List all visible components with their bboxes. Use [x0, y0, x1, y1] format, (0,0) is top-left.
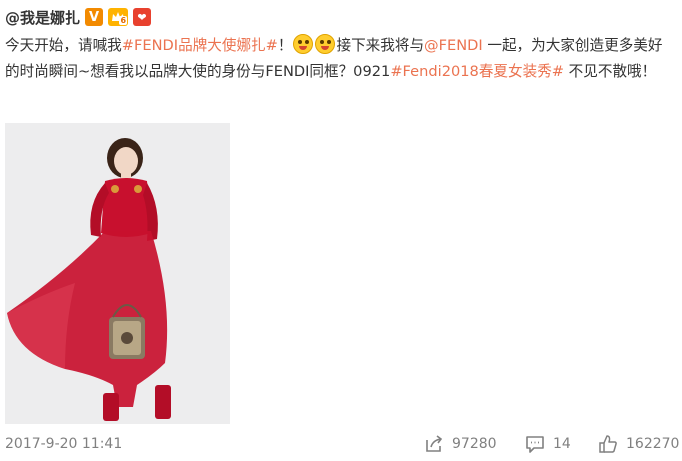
- heart-badge-icon[interactable]: ❤: [133, 8, 152, 26]
- member-level: 6: [119, 16, 128, 25]
- repost-count: 97280: [452, 436, 497, 452]
- post-photo[interactable]: [5, 123, 230, 424]
- text-segment: 不见不散哦！: [564, 63, 657, 80]
- weibo-post: @我是娜扎 V 6 ❤ 今天开始，请喊我#FENDI品牌大使娜扎#！ 接下来我将与…: [0, 0, 682, 461]
- like-button[interactable]: 162270: [598, 434, 679, 454]
- grinning-face-icon: [293, 34, 314, 54]
- grinning-face-icon: [315, 34, 336, 54]
- share-arrow-icon: [426, 435, 443, 452]
- thumbs-up-icon: [599, 435, 617, 453]
- hashtag-link[interactable]: #FENDI品牌大使娜扎#: [122, 37, 278, 54]
- verified-badge-icon[interactable]: V: [85, 8, 104, 26]
- post-text: 今天开始，请喊我#FENDI品牌大使娜扎#！ 接下来我将与@FENDI 一起，为大…: [5, 33, 677, 85]
- mention-link[interactable]: @FENDI: [424, 37, 483, 54]
- post-footer: 2017-9-20 11:41 97280 14 162270: [0, 430, 682, 461]
- post-timestamp[interactable]: 2017-9-20 11:41: [5, 436, 122, 452]
- post-header: @我是娜扎 V 6 ❤: [5, 6, 152, 28]
- text-segment: ！: [277, 37, 293, 54]
- like-count: 162270: [626, 436, 680, 452]
- hashtag-link[interactable]: #Fendi2018春夏女装秀#: [390, 63, 564, 80]
- comment-bubble-icon: [526, 436, 544, 453]
- comment-button[interactable]: 14: [525, 434, 571, 454]
- text-segment: 接下来我将与: [336, 37, 425, 54]
- woman-in-red-dress-image: [5, 123, 230, 424]
- repost-button[interactable]: 97280: [424, 434, 497, 454]
- comment-count: 14: [553, 436, 571, 452]
- member-crown-icon[interactable]: 6: [108, 8, 129, 26]
- text-segment: 今天开始，请喊我: [5, 37, 122, 54]
- username-link[interactable]: @我是娜扎: [5, 7, 80, 28]
